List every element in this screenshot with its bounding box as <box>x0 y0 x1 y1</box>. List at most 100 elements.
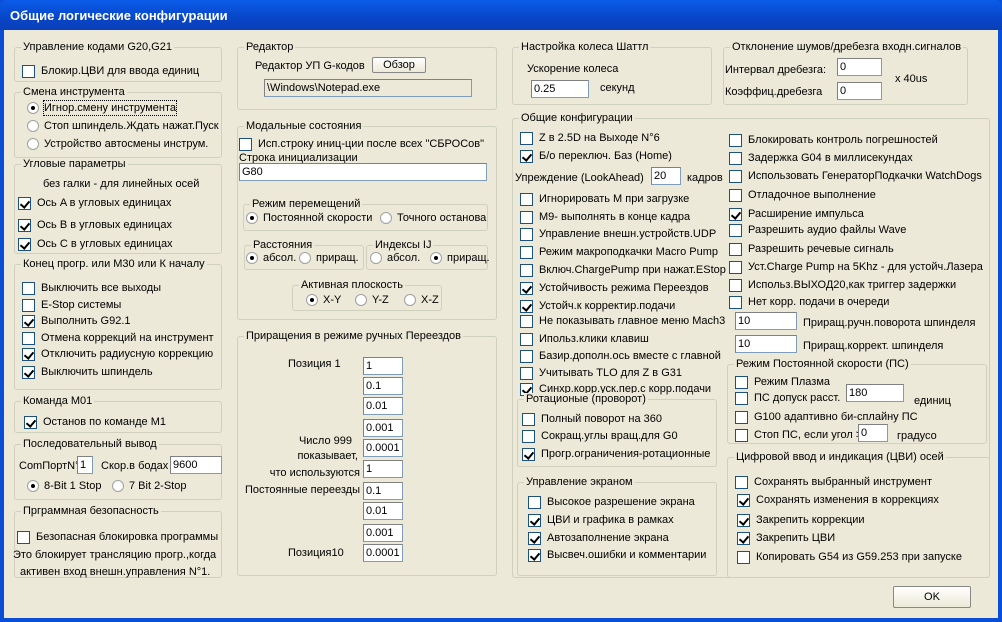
checkbox[interactable] <box>528 548 541 562</box>
checkbox-cv-items-3[interactable]: Стоп ПС, если угол > <box>735 428 862 442</box>
checkbox-general-right-1[interactable]: Задержка G04 в миллисекундах <box>729 151 913 165</box>
checkbox-general-right-0[interactable]: Блокировать контроль погрешностей <box>729 133 938 147</box>
checkbox[interactable] <box>18 218 31 232</box>
radio-modal-plane-items-1[interactable]: Y-Z <box>355 293 389 307</box>
checkbox[interactable] <box>22 298 35 312</box>
jog-increment-input[interactable]: 1 <box>363 460 403 478</box>
checkbox-security-items-0[interactable]: Безопасная блокировка программы <box>17 530 218 544</box>
checkbox[interactable] <box>239 137 252 151</box>
radio-button[interactable] <box>370 252 382 264</box>
checkbox[interactable] <box>737 513 750 527</box>
checkbox-dro-items-1[interactable]: Сохранять изменения в коррекциях <box>737 493 939 507</box>
checkbox[interactable] <box>520 149 533 163</box>
checkbox-general-left-7[interactable]: Устойчивость режима Переездов <box>520 281 709 295</box>
checkbox-general-right-8[interactable]: Использ.ВЫХОД20,как триггер задержки <box>729 278 956 292</box>
checkbox-rot-items-2[interactable]: Прогр.ограничения-ротационные <box>522 447 710 461</box>
checkbox-general-left-2[interactable]: Игнорировать M при загрузке <box>520 192 689 206</box>
radio-tool-items-1[interactable]: Стоп шпиндель.Ждать нажат.Пуск <box>27 119 219 133</box>
checkbox[interactable] <box>22 331 35 345</box>
radio-modal-motion-items-0[interactable]: Постоянной скорости <box>246 211 372 225</box>
jog-increment-input[interactable]: 0.01 <box>363 502 403 520</box>
checkbox[interactable] <box>520 192 533 206</box>
checkbox-rot-items-1[interactable]: Сокращ.углы вращ.для G0 <box>522 429 678 443</box>
spindle-jog-input[interactable]: 10 <box>735 312 797 330</box>
checkbox-general-left-4[interactable]: Управление внешн.устройств.UDP <box>520 227 716 241</box>
jog-increment-input[interactable]: 0.0001 <box>363 544 403 562</box>
jog-increment-input[interactable]: 0.001 <box>363 419 403 437</box>
checkbox-angular-items-0[interactable]: Ось A в угловых единицах <box>18 196 171 210</box>
checkbox[interactable] <box>520 245 533 259</box>
checkbox-endprog-items-5[interactable]: Выключить шпиндель <box>22 365 153 379</box>
cv-distance-input[interactable]: 180 <box>846 384 904 402</box>
radio-button[interactable] <box>299 252 311 264</box>
checkbox-m01-items-0[interactable]: Останов по команде M1 <box>24 415 166 429</box>
radio-modal-ij-items-0[interactable]: абсол. <box>370 251 420 265</box>
checkbox[interactable] <box>18 196 31 210</box>
spindle-override-input[interactable]: 10 <box>735 335 797 353</box>
checkbox[interactable] <box>17 530 30 544</box>
radio-button[interactable] <box>27 480 39 492</box>
radio-modal-motion-items-1[interactable]: Точного останова <box>380 211 486 225</box>
lookahead-input[interactable]: 20 <box>651 167 681 185</box>
checkbox[interactable] <box>737 493 750 507</box>
checkbox-screen-items-0[interactable]: Высокое разрешение экрана <box>528 495 695 509</box>
checkbox-general-left-1[interactable]: Б/о переключ. Баз (Home) <box>520 149 672 163</box>
radio-serial-items-0[interactable]: 8-Bit 1 Stop <box>27 479 101 493</box>
editor-path-input[interactable]: \Windows\Notepad.exe <box>264 79 472 97</box>
checkbox[interactable] <box>528 531 541 545</box>
radio-button[interactable] <box>112 480 124 492</box>
checkbox-endprog-items-2[interactable]: Выполнить G92.1 <box>22 314 131 328</box>
checkbox-rot-items-0[interactable]: Полный поворот на 360 <box>522 412 662 426</box>
checkbox-dro-items-0[interactable]: Сохранять выбранный инструмент <box>735 475 932 489</box>
checkbox-endprog-items-4[interactable]: Отключить радиусную коррекцию <box>22 347 213 361</box>
jog-increment-input[interactable]: 1 <box>363 357 403 375</box>
checkbox[interactable] <box>737 531 750 545</box>
checkbox[interactable] <box>22 64 35 78</box>
checkbox-modal-items-0[interactable]: Исп.строку иниц-ции после всех "СБРОСов" <box>239 137 484 151</box>
jog-increment-input[interactable]: 0.1 <box>363 377 403 395</box>
checkbox[interactable] <box>520 210 533 224</box>
checkbox-general-left-12[interactable]: Учитывать TLO для Z в G31 <box>520 366 682 380</box>
checkbox[interactable] <box>735 391 748 405</box>
checkbox[interactable] <box>520 227 533 241</box>
radio-modal-ij-items-1[interactable]: приращ. <box>430 251 490 265</box>
radio-button[interactable] <box>27 120 39 132</box>
checkbox[interactable] <box>520 299 533 313</box>
checkbox-screen-items-1[interactable]: ЦВИ и графика в рамках <box>528 513 674 527</box>
checkbox-general-right-4[interactable]: Расширение импульса <box>729 207 864 221</box>
radio-button[interactable] <box>404 294 416 306</box>
radio-serial-items-1[interactable]: 7 Bit 2-Stop <box>112 479 186 493</box>
browse-button[interactable]: Обзор <box>372 57 426 73</box>
checkbox-general-left-8[interactable]: Устойч.к корректир.подачи <box>520 299 675 313</box>
checkbox-general-right-5[interactable]: Разрешить аудио файлы Wave <box>729 223 906 237</box>
checkbox-general-right-2[interactable]: Использовать ГенераторПодкачки WatchDogs <box>729 169 982 183</box>
baud-input[interactable]: 9600 <box>170 456 222 474</box>
checkbox[interactable] <box>522 412 535 426</box>
checkbox[interactable] <box>528 513 541 527</box>
radio-button[interactable] <box>380 212 392 224</box>
checkbox-general-left-0[interactable]: Z в 2.5D на Выходе N°6 <box>520 131 660 145</box>
checkbox[interactable] <box>737 550 750 564</box>
checkbox[interactable] <box>520 281 533 295</box>
checkbox[interactable] <box>24 415 37 429</box>
checkbox[interactable] <box>735 428 748 442</box>
radio-tool-items-0[interactable]: Игнор.смену инструмента <box>27 100 178 116</box>
radio-modal-plane-items-2[interactable]: X-Z <box>404 293 439 307</box>
checkbox[interactable] <box>729 207 742 221</box>
checkbox-cv-items-1[interactable]: ПС допуск расст. <box>735 391 840 405</box>
ok-button[interactable]: OK <box>893 586 971 608</box>
checkbox[interactable] <box>522 429 535 443</box>
checkbox-angular-items-2[interactable]: Ось C в угловых единицах <box>18 237 173 251</box>
checkbox[interactable] <box>22 347 35 361</box>
jog-increment-input[interactable]: 0.0001 <box>363 439 403 457</box>
checkbox[interactable] <box>729 151 742 165</box>
checkbox[interactable] <box>22 281 35 295</box>
cv-angle-input[interactable]: 0 <box>858 424 888 442</box>
checkbox-angular-items-1[interactable]: Ось B в угловых единицах <box>18 218 172 232</box>
checkbox-general-right-3[interactable]: Отладочное выполнение <box>729 188 876 202</box>
checkbox[interactable] <box>22 365 35 379</box>
radio-modal-dist-items-1[interactable]: приращ. <box>299 251 359 265</box>
radio-modal-plane-items-0[interactable]: X-Y <box>306 293 341 307</box>
title-bar[interactable]: Общие логические конфигурации <box>0 0 1002 30</box>
jog-increment-input[interactable]: 0.001 <box>363 524 403 542</box>
